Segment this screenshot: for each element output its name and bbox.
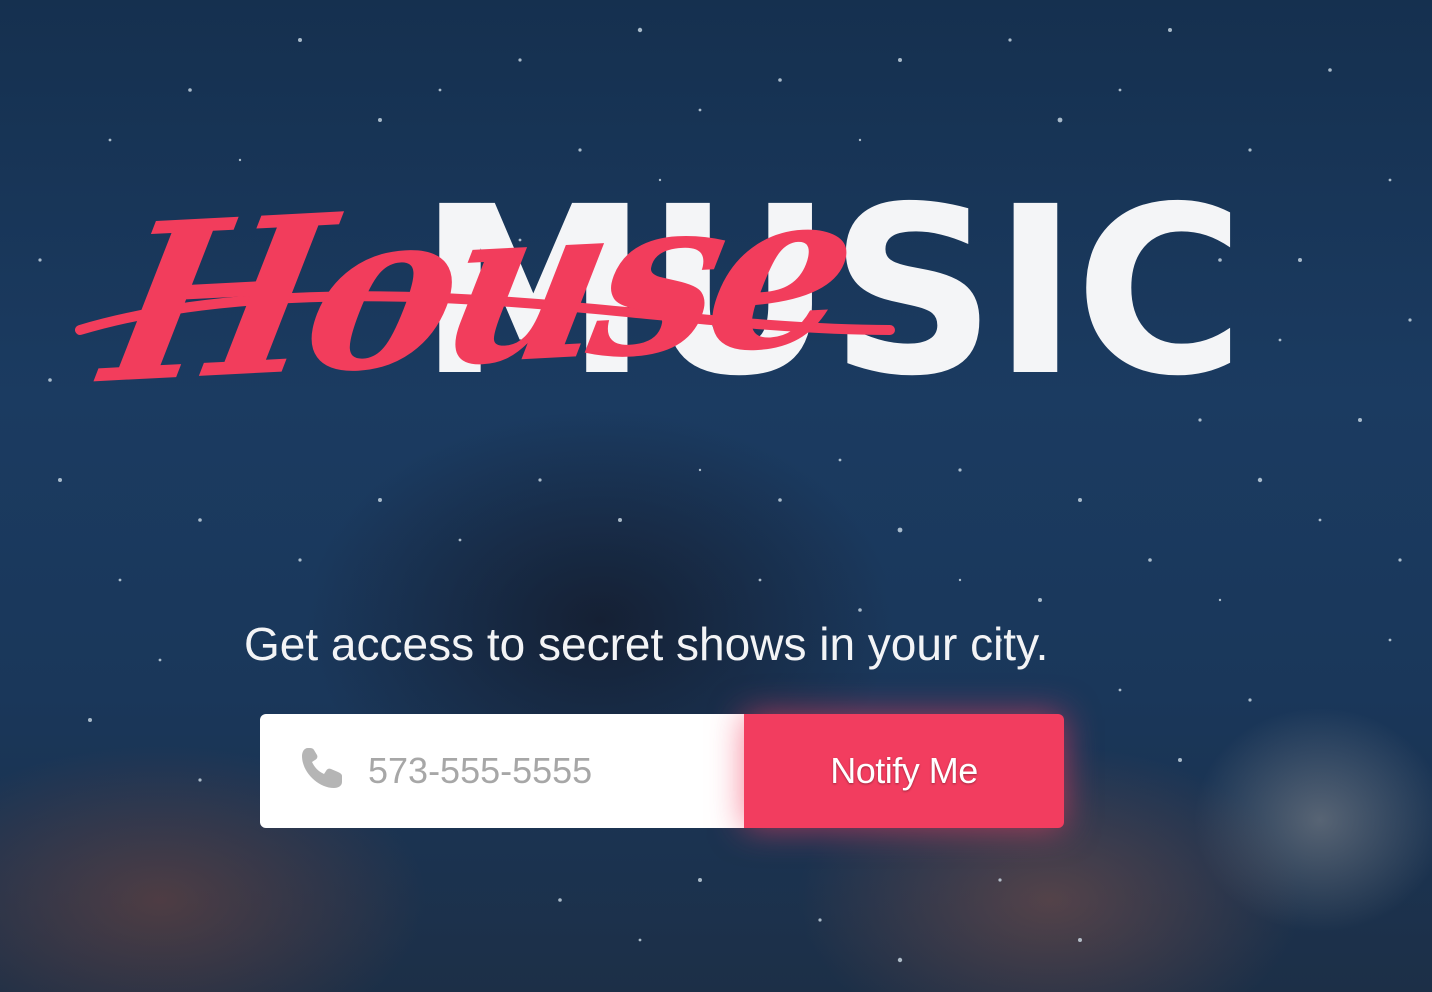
hero-background: MUSIC House Get access to secret shows i… — [0, 0, 1432, 992]
tagline: Get access to secret shows in your city. — [244, 618, 1049, 670]
phone-input[interactable] — [368, 744, 718, 798]
notify-me-button[interactable]: Notify Me — [744, 714, 1064, 828]
notify-form: Notify Me — [260, 714, 1064, 828]
phone-icon — [302, 748, 342, 788]
title-house-script: House — [88, 139, 869, 434]
phone-field-container[interactable] — [260, 714, 744, 828]
